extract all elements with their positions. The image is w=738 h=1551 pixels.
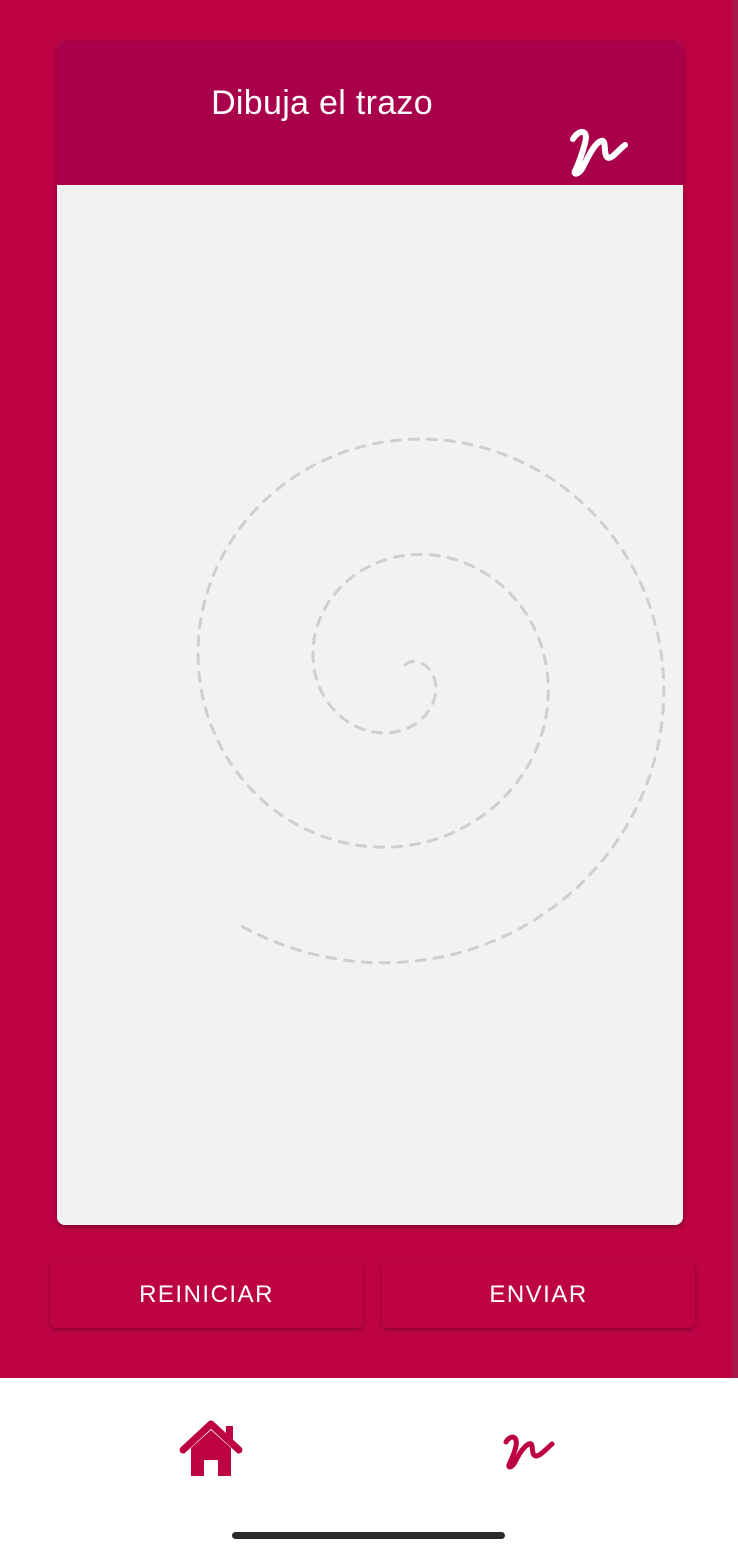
drawing-canvas[interactable] (57, 185, 683, 1225)
scroll-edge (732, 0, 738, 1378)
card-header: Dibuja el trazo (57, 41, 683, 185)
send-button[interactable]: ENVIAR (382, 1261, 695, 1328)
nav-draw[interactable] (488, 1410, 568, 1490)
app-background: Dibuja el trazo REINICIAR ENVIAR (0, 0, 738, 1378)
cursive-stroke-icon (503, 1434, 555, 1470)
reset-button[interactable]: REINICIAR (50, 1261, 363, 1328)
home-indicator (232, 1532, 505, 1539)
home-icon (179, 1420, 243, 1476)
bottom-navigation (0, 1378, 738, 1551)
drawing-card: Dibuja el trazo (57, 41, 683, 1225)
card-title: Dibuja el trazo (211, 84, 433, 122)
spiral-guide (196, 437, 666, 965)
cursive-stroke-icon (570, 129, 628, 177)
nav-home[interactable] (171, 1410, 251, 1490)
spiral-guide-path (196, 437, 666, 965)
